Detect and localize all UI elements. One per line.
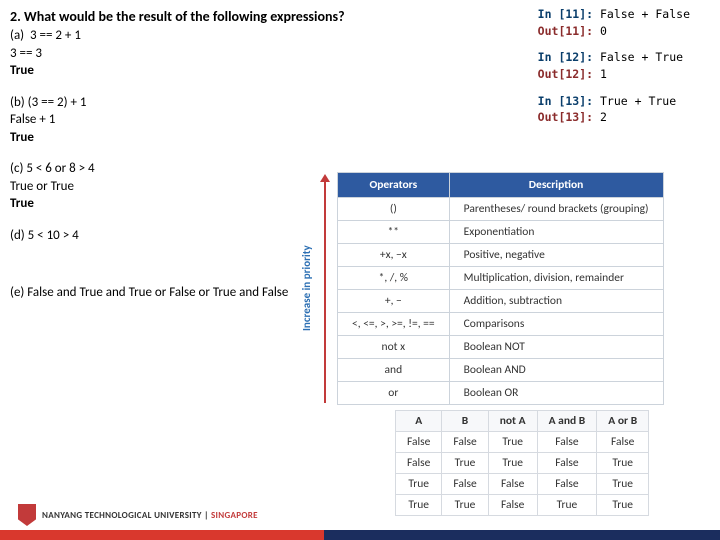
footer: NANYANG TECHNOLOGICAL UNIVERSITY | SINGA… — [0, 504, 720, 540]
cell: False — [442, 432, 488, 453]
cell: False — [396, 432, 442, 453]
op-cell: not x — [338, 336, 450, 359]
slide: 2. What would be the result of the follo… — [0, 0, 720, 540]
university-name: NANYANG TECHNOLOGICAL UNIVERSITY | SINGA… — [42, 510, 258, 521]
operator-table-wrap: Increase in priority Operators Descripti… — [298, 172, 664, 405]
shield-icon — [18, 504, 36, 526]
op-cell: +x, −x — [338, 244, 450, 267]
cell: False — [537, 474, 597, 495]
op-cell: +, − — [338, 290, 450, 313]
th-not: not A — [488, 411, 537, 432]
desc-cell: Positive, negative — [449, 244, 663, 267]
out-prompt: Out[12]: — [538, 67, 593, 81]
table-row: FalseFalseTrueFalseFalse — [396, 432, 649, 453]
desc-cell: Multiplication, division, remainder — [449, 267, 663, 290]
desc-cell: Comparisons — [449, 313, 663, 336]
table-row: **Exponentiation — [338, 221, 664, 244]
th-and: A and B — [537, 411, 597, 432]
cell: False — [442, 474, 488, 495]
desc-cell: Boolean NOT — [449, 336, 663, 359]
table-row: not xBoolean NOT — [338, 336, 664, 359]
cell: True — [396, 474, 442, 495]
cell: True — [442, 453, 488, 474]
code-text: 2 — [593, 110, 607, 124]
op-cell: <, <=, >, >=, !=, == — [338, 313, 450, 336]
uni-text: NANYANG TECHNOLOGICAL UNIVERSITY — [42, 510, 202, 521]
cell: False — [396, 453, 442, 474]
desc-cell: Parentheses/ round brackets (grouping) — [449, 198, 663, 221]
in-prompt: In [11]: — [538, 7, 593, 21]
table-row: <, <=, >, >=, !=, ==Comparisons — [338, 313, 664, 336]
table-row: +x, −xPositive, negative — [338, 244, 664, 267]
out-prompt: Out[13]: — [538, 110, 593, 124]
in-prompt: In [13]: — [538, 94, 593, 108]
in-prompt: In [12]: — [538, 50, 593, 64]
table-row: andBoolean AND — [338, 359, 664, 382]
cell: True — [488, 432, 537, 453]
university-logo: NANYANG TECHNOLOGICAL UNIVERSITY | SINGA… — [18, 504, 258, 526]
table-row: FalseTrueTrueFalseTrue — [396, 453, 649, 474]
op-cell: or — [338, 382, 450, 405]
op-cell: ** — [338, 221, 450, 244]
op-header-description: Description — [449, 173, 663, 198]
desc-cell: Boolean AND — [449, 359, 663, 382]
cell: True — [488, 453, 537, 474]
cell: True — [597, 453, 649, 474]
table-row: orBoolean OR — [338, 382, 664, 405]
desc-cell: Exponentiation — [449, 221, 663, 244]
cell: False — [488, 474, 537, 495]
th-or: A or B — [597, 411, 649, 432]
table-row: +, −Addition, subtraction — [338, 290, 664, 313]
footer-bar — [0, 530, 720, 540]
code-text: True + True — [593, 94, 676, 108]
desc-cell: Boolean OR — [449, 382, 663, 405]
cell: False — [597, 432, 649, 453]
cell: False — [537, 432, 597, 453]
cell: True — [597, 474, 649, 495]
th-b: B — [442, 411, 488, 432]
out-prompt: Out[11]: — [538, 24, 593, 38]
table-row: ()Parentheses/ round brackets (grouping) — [338, 198, 664, 221]
op-cell: *, /, % — [338, 267, 450, 290]
code-text: False + True — [593, 50, 683, 64]
code-output: In [11]: False + False Out[11]: 0 In [12… — [538, 6, 690, 136]
sg-text: SINGAPORE — [211, 510, 258, 521]
th-a: A — [396, 411, 442, 432]
code-text: False + False — [593, 7, 690, 21]
priority-label: Increase in priority — [298, 172, 315, 405]
op-header-operators: Operators — [338, 173, 450, 198]
priority-arrow-icon — [319, 172, 331, 405]
cell: False — [537, 453, 597, 474]
code-text: 0 — [593, 24, 607, 38]
op-cell: () — [338, 198, 450, 221]
table-row: *, /, %Multiplication, division, remaind… — [338, 267, 664, 290]
truth-table: A B not A A and B A or B FalseFalseTrueF… — [395, 410, 649, 516]
desc-cell: Addition, subtraction — [449, 290, 663, 313]
table-row: TrueFalseFalseFalseTrue — [396, 474, 649, 495]
code-text: 1 — [593, 67, 607, 81]
op-cell: and — [338, 359, 450, 382]
operator-table: Operators Description ()Parentheses/ rou… — [337, 172, 664, 405]
truth-table-wrap: A B not A A and B A or B FalseFalseTrueF… — [395, 410, 649, 516]
